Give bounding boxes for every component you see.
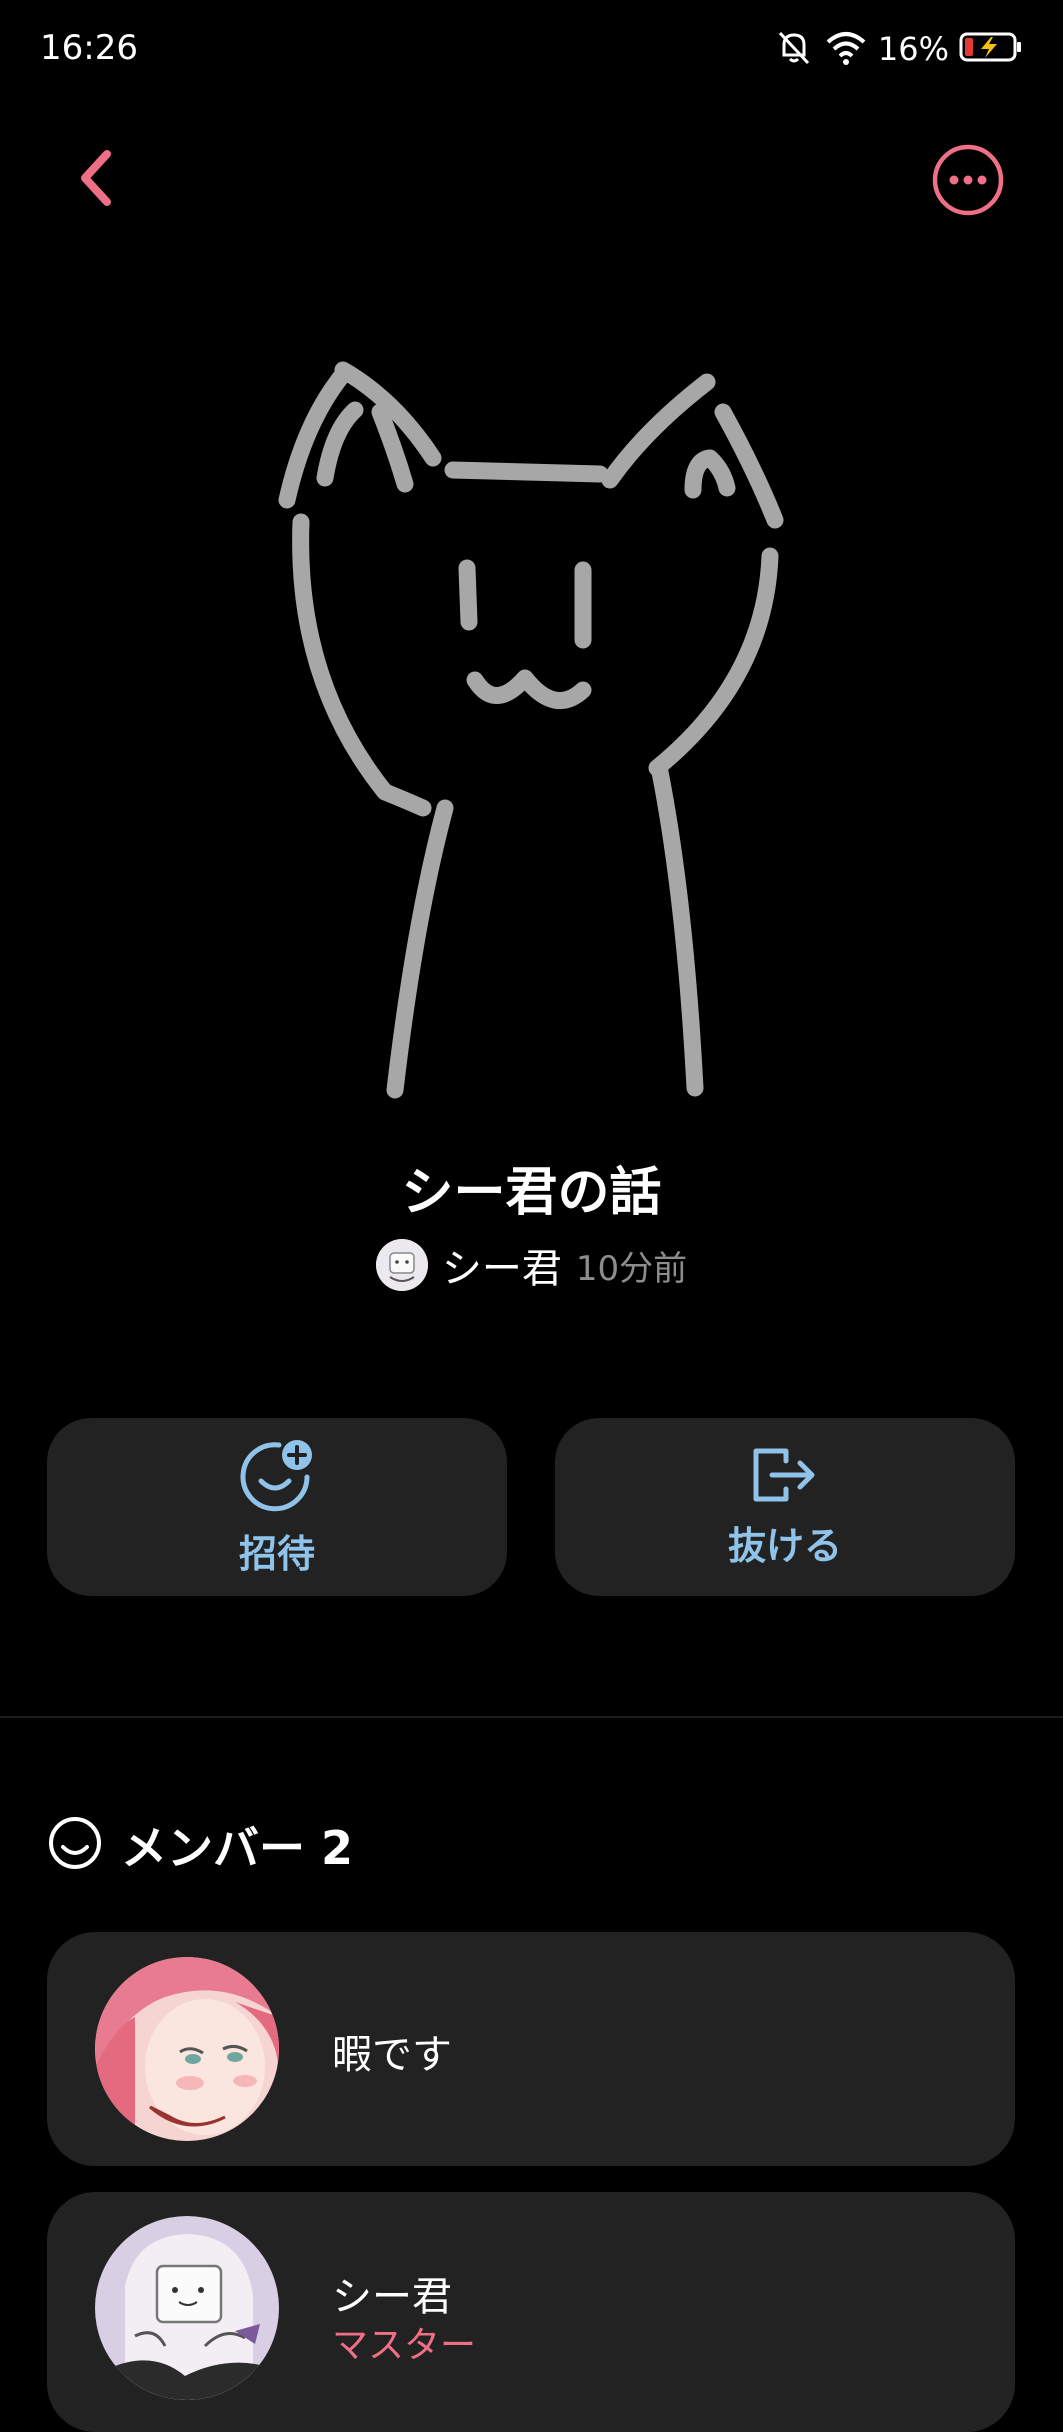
- back-button[interactable]: [62, 142, 128, 218]
- member-name: シー君: [332, 2274, 452, 2320]
- member-avatar: [95, 2216, 279, 2400]
- member-role-badge: マスター: [332, 2325, 477, 2366]
- invite-button[interactable]: 招待: [47, 1418, 507, 1596]
- smiley-icon: [47, 1815, 103, 1875]
- group-title: シー君の話: [401, 1163, 662, 1223]
- divider: [0, 1716, 1063, 1718]
- creator-avatar[interactable]: [375, 1239, 428, 1291]
- status-time: 16:26: [40, 28, 138, 68]
- members-header: メンバー 2: [47, 1812, 353, 1878]
- member-item[interactable]: 暇です: [47, 1932, 1015, 2166]
- more-horizontal-circle-icon: [930, 142, 1006, 222]
- group-cover-image: [265, 360, 795, 1110]
- leave-button[interactable]: 抜ける: [555, 1418, 1015, 1596]
- invite-label: 招待: [238, 1531, 315, 1576]
- member-name: 暇です: [332, 2032, 452, 2078]
- status-icons: 16%: [774, 24, 1023, 74]
- chevron-left-icon: [75, 148, 115, 212]
- wifi-icon: [824, 28, 868, 70]
- group-creator-row: シー君 10分前: [0, 1236, 1063, 1294]
- battery-charging-icon: [959, 31, 1023, 67]
- member-item[interactable]: シー君 マスター: [47, 2192, 1015, 2432]
- smiley-plus-icon: [239, 1437, 315, 1517]
- more-options-button[interactable]: [930, 144, 1006, 220]
- member-avatar: [95, 1957, 279, 2141]
- creator-name[interactable]: シー君: [442, 1236, 562, 1294]
- battery-percent: 16%: [877, 30, 949, 68]
- exit-icon: [750, 1445, 820, 1509]
- members-count-label: メンバー 2: [121, 1821, 354, 1875]
- status-bar: 16:26 16%: [0, 0, 1063, 100]
- leave-label: 抜ける: [727, 1523, 842, 1568]
- bell-off-icon: [774, 27, 814, 71]
- updated-time: 10分前: [575, 1248, 688, 1289]
